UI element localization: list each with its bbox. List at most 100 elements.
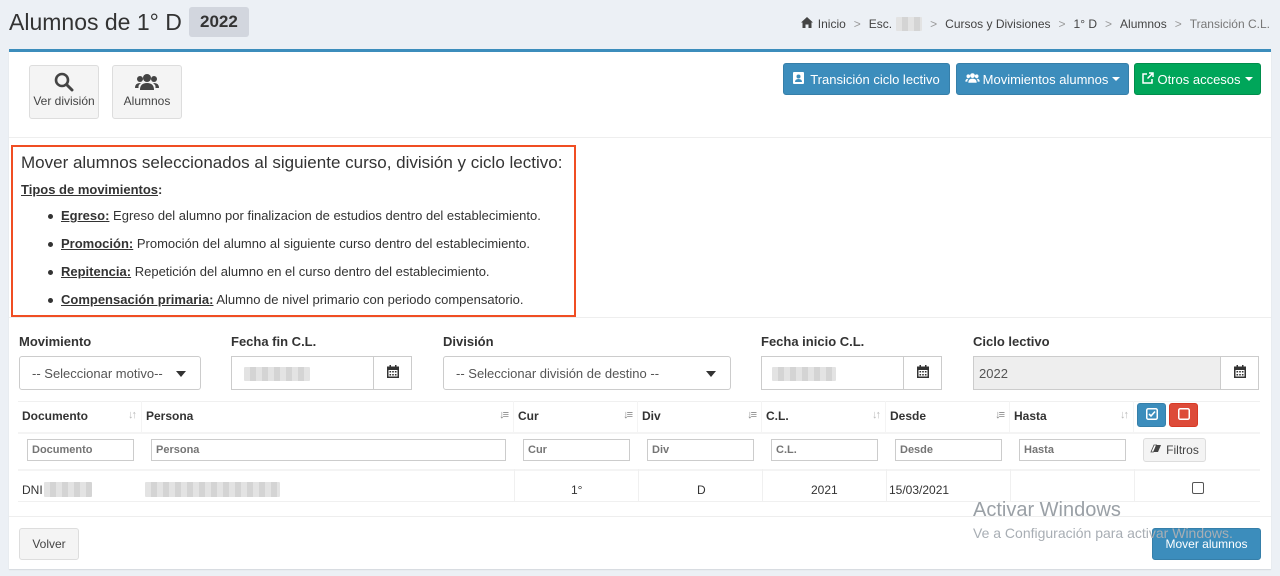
- redacted-date: [244, 367, 310, 381]
- col-sep: [1134, 469, 1135, 501]
- home-icon: [800, 17, 813, 31]
- col-hasta[interactable]: Hasta ↓↑: [1010, 401, 1134, 432]
- info-title: Mover alumnos seleccionados al siguiente…: [21, 153, 563, 172]
- list-item: Repitencia: Repetición del alumno en el …: [21, 264, 566, 292]
- main-box: Ver división Alumnos Transición ciclo le…: [9, 49, 1271, 569]
- ciclo-value: 2022: [979, 366, 1008, 381]
- fecha-fin-calendar-button[interactable]: [373, 356, 412, 390]
- col-documento[interactable]: Documento ↓↑: [18, 401, 142, 432]
- col-persona[interactable]: Persona ↓≡: [142, 401, 514, 432]
- filter-cur[interactable]: [523, 439, 630, 461]
- col-cur[interactable]: Cur ↓≡: [514, 401, 638, 432]
- windows-activation-title: Activar Windows: [973, 499, 1121, 521]
- ciclo-label: Ciclo lectivo: [973, 334, 1050, 349]
- page-title: Alumnos de 1° D -: [9, 9, 196, 35]
- fecha-inicio-calendar-button[interactable]: [903, 356, 942, 390]
- calendar-icon: [1233, 365, 1246, 381]
- breadcrumb-cursos[interactable]: Cursos y Divisiones: [945, 17, 1050, 31]
- col-desde-label: Desde: [890, 409, 927, 423]
- division-value: -- Seleccionar división de destino --: [456, 366, 660, 381]
- row-cl: 2021: [811, 483, 838, 497]
- students-table: Documento ↓↑ Persona ↓≡ Cur ↓≡ Div ↓≡ C.L. ↓↑…: [18, 401, 1260, 503]
- ciclo-input: 2022: [973, 356, 1221, 390]
- col-cl[interactable]: C.L. ↓↑: [762, 401, 886, 432]
- filter-desde[interactable]: [895, 439, 1002, 461]
- term-egreso: Egreso: [61, 208, 106, 223]
- list-item: Compensación primaria: Alumno de nivel p…: [21, 292, 566, 320]
- sort-icon: ↓↑: [1120, 409, 1129, 421]
- info-subtitle: Tipos de movimientos: [21, 182, 159, 197]
- sort-icon: ↓↑: [128, 409, 137, 421]
- col-div[interactable]: Div ↓≡: [638, 401, 762, 432]
- fecha-inicio-input[interactable]: [761, 356, 904, 390]
- sort-asc-icon: ↓≡: [623, 409, 633, 421]
- fecha-inicio-label: Fecha inicio C.L.: [761, 334, 865, 349]
- term-promocion: Promoción: [61, 236, 129, 251]
- divider: [9, 317, 1271, 318]
- breadcrumb-alumnos[interactable]: Alumnos: [1120, 17, 1167, 31]
- fecha-fin-input[interactable]: [231, 356, 374, 390]
- calendar-icon: [386, 365, 399, 381]
- redacted-date: [772, 367, 836, 381]
- movement-types-list: Egreso: Egreso del alumno por finalizaci…: [21, 208, 566, 320]
- alumnos-button[interactable]: Alumnos: [112, 65, 182, 119]
- desc-egreso: Egreso del alumno por finalizacion de es…: [113, 208, 541, 223]
- list-item: Egreso: Egreso del alumno por finalizaci…: [21, 208, 566, 236]
- square-icon: [1177, 407, 1190, 423]
- filter-cl[interactable]: [771, 439, 878, 461]
- filter-div[interactable]: [647, 439, 754, 461]
- col-div-label: Div: [642, 409, 661, 423]
- movimiento-select[interactable]: -- Seleccionar motivo--: [19, 356, 201, 390]
- filter-hasta[interactable]: [1019, 439, 1126, 461]
- caret-down-icon: [706, 371, 716, 377]
- deselect-all-button[interactable]: [1169, 403, 1198, 427]
- fecha-fin-label: Fecha fin C.L.: [231, 334, 317, 349]
- col-sep: [1010, 469, 1011, 501]
- sort-asc-icon: ↓≡: [995, 409, 1005, 421]
- check-square-icon: [1145, 407, 1158, 423]
- breadcrumb-division[interactable]: 1° D: [1074, 17, 1097, 31]
- col-persona-label: Persona: [146, 409, 194, 423]
- row-checkbox[interactable]: [1192, 482, 1204, 494]
- row-div: D: [697, 483, 706, 497]
- ver-division-label: Ver división: [33, 94, 95, 108]
- desc-promocion: Promoción del alumno al siguiente curso …: [136, 236, 530, 251]
- col-hasta-label: Hasta: [1014, 409, 1047, 423]
- filter-persona[interactable]: [151, 439, 506, 461]
- volver-button[interactable]: Volver: [19, 528, 79, 560]
- users-icon: [113, 72, 181, 94]
- filtros-button[interactable]: Filtros: [1143, 438, 1206, 462]
- breadcrumb: Inicio > Esc. > Cursos y Divisiones > 1°…: [800, 17, 1270, 31]
- col-documento-label: Documento: [22, 409, 88, 423]
- movement-info-box: Mover alumnos seleccionados al siguiente…: [11, 145, 576, 317]
- division-label: División: [443, 334, 494, 349]
- select-all-button[interactable]: [1137, 403, 1166, 427]
- movimientos-alumnos-button[interactable]: Movimientos alumnos: [956, 63, 1129, 95]
- col-sep: [762, 469, 763, 501]
- otros-accesos-button[interactable]: Otros accesos: [1134, 63, 1261, 95]
- calendar-icon: [916, 365, 929, 381]
- id-card-icon: [793, 71, 805, 87]
- search-icon: [30, 72, 98, 94]
- info-subtitle-row: Tipos de movimientos:: [21, 182, 163, 197]
- col-cur-label: Cur: [518, 409, 539, 423]
- transicion-ciclo-button[interactable]: Transición ciclo lectivo: [783, 63, 950, 95]
- redacted-dni: [44, 482, 92, 497]
- filter-documento[interactable]: [27, 439, 134, 461]
- desc-repitencia: Repetición del alumno en el curso dentro…: [134, 264, 490, 279]
- movimientos-label: Movimientos alumnos: [982, 71, 1109, 87]
- sort-icon: ↓↑: [872, 409, 881, 421]
- ver-division-button[interactable]: Ver división: [29, 65, 99, 119]
- redacted-school: [896, 17, 923, 31]
- caret-down-icon: [176, 371, 186, 377]
- users-icon: [964, 72, 980, 87]
- breadcrumb-escuela[interactable]: Esc.: [869, 17, 892, 31]
- breadcrumb-inicio[interactable]: Inicio: [818, 17, 846, 31]
- col-desde[interactable]: Desde ↓≡: [886, 401, 1010, 432]
- breadcrumb-current: Transición C.L.: [1189, 17, 1270, 31]
- windows-activation-text: Ve a Configuración para activar Windows.: [973, 525, 1233, 541]
- ciclo-calendar-button[interactable]: [1220, 356, 1259, 390]
- redacted-persona: [145, 482, 280, 497]
- term-repitencia: Repitencia: [61, 264, 127, 279]
- division-select[interactable]: -- Seleccionar división de destino --: [443, 356, 731, 390]
